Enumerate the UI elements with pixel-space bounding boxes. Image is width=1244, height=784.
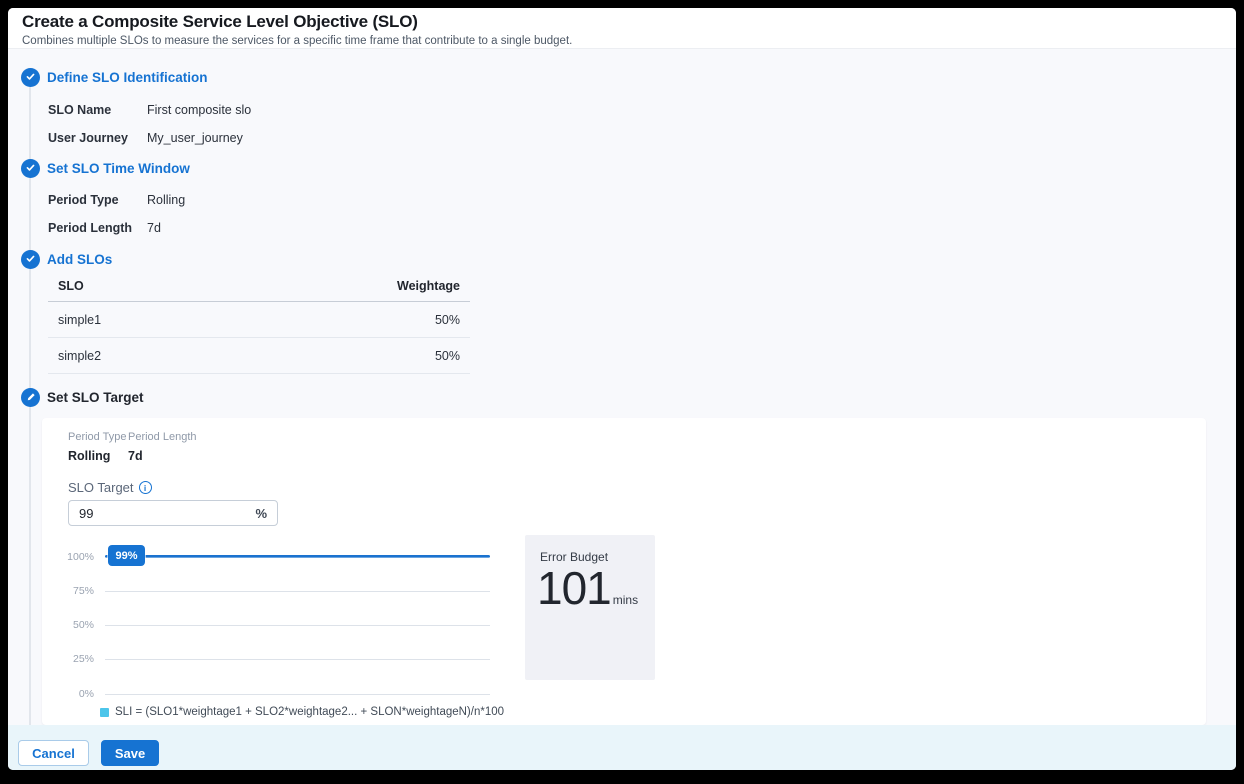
error-budget-value: 101 <box>537 561 611 616</box>
footer-bar: Cancel Save <box>8 725 1236 770</box>
slo-name-row: SLO NameFirst composite slo <box>48 103 251 117</box>
slo-target-input-wrapper: % <box>68 500 278 526</box>
slo-wizard-window: Create a Composite Service Level Objecti… <box>8 8 1236 770</box>
page-title: Create a Composite Service Level Objecti… <box>22 12 418 32</box>
slos-table-header: SLO Weightage <box>48 279 470 302</box>
y-tick-0: 0% <box>46 688 94 700</box>
panel-period-length-label: Period Length <box>128 431 197 443</box>
save-button[interactable]: Save <box>101 740 159 766</box>
user-journey-label: User Journey <box>48 131 147 145</box>
slo-target-input[interactable] <box>69 501 239 525</box>
slo-target-panel: Period Type Period Length Rolling 7d SLO… <box>42 418 1206 725</box>
page-header: Create a Composite Service Level Objecti… <box>8 8 1236 49</box>
user-journey-value: My_user_journey <box>147 131 243 145</box>
period-type-row: Period TypeRolling <box>48 193 185 207</box>
period-length-value: 7d <box>147 221 161 235</box>
y-tick-25: 25% <box>46 653 94 665</box>
info-icon[interactable]: i <box>139 481 152 494</box>
error-budget-unit: mins <box>613 593 638 607</box>
step4-edit-icon <box>21 388 40 407</box>
step2-complete-icon <box>21 159 40 178</box>
period-type-value: Rolling <box>147 193 185 207</box>
step2-title[interactable]: Set SLO Time Window <box>47 161 190 176</box>
step3-title[interactable]: Add SLOs <box>47 252 112 267</box>
page-subtitle: Combines multiple SLOs to measure the se… <box>22 35 572 47</box>
cancel-button[interactable]: Cancel <box>18 740 89 766</box>
table-row: simple2 50% <box>48 338 470 374</box>
check-icon <box>25 160 36 178</box>
slo-target-slider-track[interactable] <box>105 555 490 558</box>
y-tick-75: 75% <box>46 585 94 597</box>
panel-period-type-label: Period Type <box>68 431 127 443</box>
legend-text: SLI = (SLO1*weightage1 + SLO2*weightage2… <box>115 706 504 718</box>
slo-cell: simple1 <box>58 313 101 327</box>
col-header-slo: SLO <box>58 279 84 293</box>
panel-period-type-value: Rolling <box>68 449 110 463</box>
period-length-label: Period Length <box>48 221 147 235</box>
table-row: simple1 50% <box>48 302 470 338</box>
weightage-cell: 50% <box>435 349 460 363</box>
weightage-cell: 50% <box>435 313 460 327</box>
gridline-50 <box>105 625 490 626</box>
y-tick-100: 100% <box>46 551 94 563</box>
step1-title[interactable]: Define SLO Identification <box>47 70 208 85</box>
slo-name-label: SLO Name <box>48 103 147 117</box>
legend-swatch-icon <box>100 708 109 717</box>
check-icon <box>25 69 36 87</box>
step3-complete-icon <box>21 250 40 269</box>
error-budget-card: Error Budget 101 mins <box>525 535 655 680</box>
panel-period-length-value: 7d <box>128 449 143 463</box>
check-icon <box>25 251 36 269</box>
gridline-75 <box>105 591 490 592</box>
y-tick-50: 50% <box>46 619 94 631</box>
slo-target-label: SLO Target i <box>68 480 152 495</box>
slo-cell: simple2 <box>58 349 101 363</box>
slos-table: SLO Weightage simple1 50% simple2 50% <box>48 279 470 374</box>
period-length-row: Period Length7d <box>48 221 161 235</box>
period-type-label: Period Type <box>48 193 147 207</box>
user-journey-row: User JourneyMy_user_journey <box>48 131 243 145</box>
error-budget-number: 101 mins <box>537 561 638 616</box>
step4-title[interactable]: Set SLO Target <box>47 390 144 405</box>
slo-name-value: First composite slo <box>147 103 251 117</box>
step1-complete-icon <box>21 68 40 87</box>
pencil-icon <box>26 389 36 407</box>
slo-target-slider-handle[interactable]: 99% <box>108 545 145 566</box>
percent-unit: % <box>255 506 267 521</box>
sli-formula-legend: SLI = (SLO1*weightage1 + SLO2*weightage2… <box>100 706 504 718</box>
col-header-weightage: Weightage <box>397 279 460 293</box>
gridline-0 <box>105 694 490 695</box>
gridline-25 <box>105 659 490 660</box>
